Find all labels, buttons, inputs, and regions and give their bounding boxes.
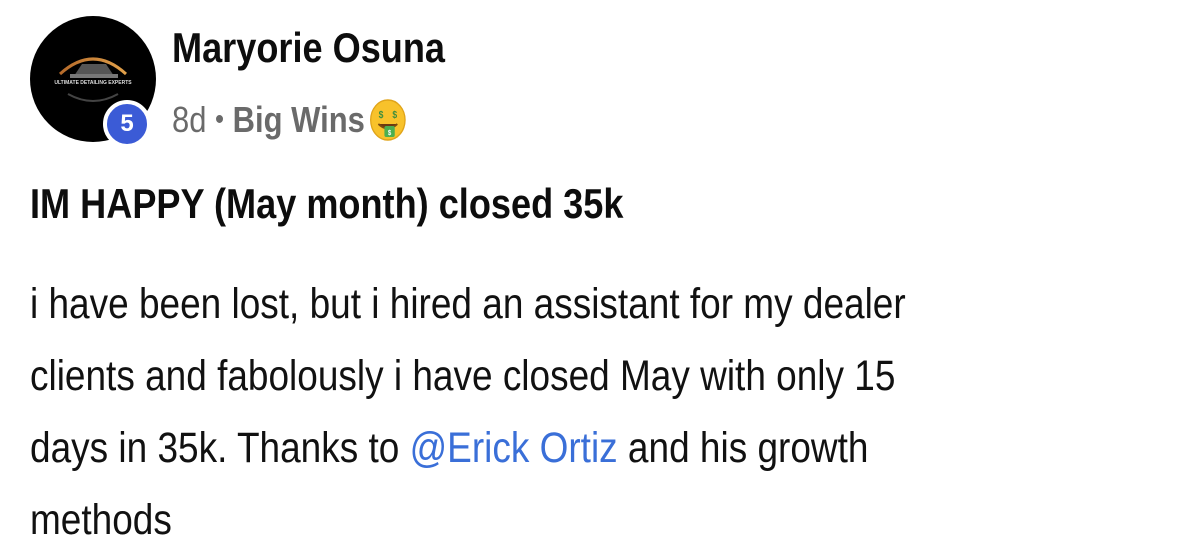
avatar-logo-text: ULTIMATE DETAILING EXPERTS <box>54 80 132 86</box>
post-body-line-with-mention: days in 35k. Thanks to @Erick Ortiz and … <box>30 412 1165 484</box>
svg-text:$: $ <box>379 109 385 120</box>
post-body-text: and his growth <box>617 424 869 472</box>
svg-text:$: $ <box>388 130 392 138</box>
post-body-line: clients and fabolously i have closed May… <box>30 352 896 400</box>
meta-separator: • <box>215 103 225 136</box>
user-mention-link[interactable]: @Erick Ortiz <box>410 424 618 472</box>
post-body: i have been lost, but i hired an assista… <box>30 268 1165 553</box>
post-time[interactable]: 8d <box>172 99 206 141</box>
svg-text:$: $ <box>393 109 399 120</box>
money-mouth-face-icon: $ $ $ <box>368 97 408 143</box>
post-meta: 8d • Big Wins $ $ $ <box>172 95 408 145</box>
level-badge: 5 <box>103 100 151 148</box>
post-category[interactable]: Big Wins <box>233 99 365 141</box>
post-title: IM HAPPY (May month) closed 35k <box>30 180 624 227</box>
post-body-line: methods <box>30 496 172 544</box>
post-body-line: i have been lost, but i hired an assista… <box>30 280 906 328</box>
community-post: ULTIMATE DETAILING EXPERTS 5 Maryorie Os… <box>0 0 1200 553</box>
post-body-text: days in 35k. Thanks to <box>30 424 410 472</box>
author-name[interactable]: Maryorie Osuna <box>172 24 445 72</box>
author-avatar-group[interactable]: ULTIMATE DETAILING EXPERTS 5 <box>30 16 160 151</box>
